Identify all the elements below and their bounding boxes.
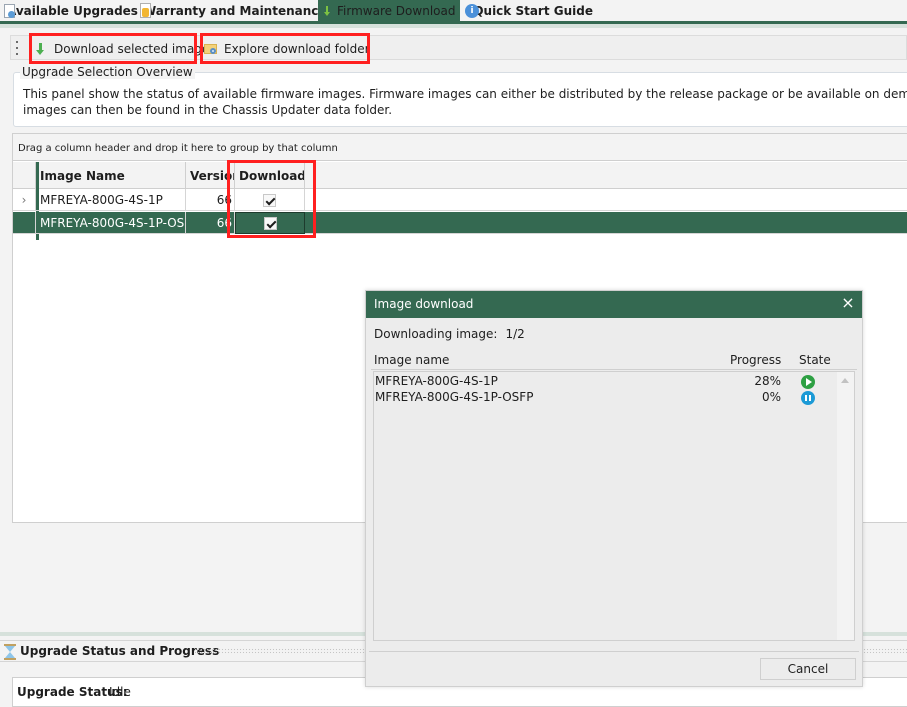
downloading-count: 1/2 (505, 327, 525, 341)
download-list: MFREYA-800G-4S-1P 28% MFREYA-800G-4S-1P-… (373, 371, 855, 641)
tab-label: Warranty and Maintenance (143, 3, 327, 18)
download-cell (235, 189, 305, 211)
scroll-up-arrow-icon[interactable] (841, 378, 849, 383)
column-header-version[interactable]: Version (186, 162, 235, 189)
download-arrow-icon (324, 3, 332, 19)
play-icon (801, 375, 815, 389)
tab-quick-start-guide[interactable]: i Quick Start Guide (463, 0, 593, 21)
image-name-cell: MFREYA-800G-4S-1P (36, 189, 186, 211)
column-header-progress: Progress (730, 353, 782, 367)
divider (371, 369, 857, 370)
tab-warranty-maintenance[interactable]: Warranty and Maintenance (136, 0, 327, 21)
overview-description: This panel show the status of available … (23, 86, 907, 118)
toolbar-grip-handle[interactable] (16, 41, 19, 55)
download-cell (235, 212, 305, 234)
chevron-right-icon: › (13, 189, 36, 211)
item-name: MFREYA-800G-4S-1P-OSFP (375, 390, 534, 404)
download-checkbox[interactable] (263, 193, 276, 207)
row-indicator-cell (13, 212, 36, 234)
image-name-cell: MFREYA-800G-4S-1P-OSFP (36, 212, 186, 234)
table-row[interactable]: › MFREYA-800G-4S-1P 66 (13, 189, 907, 211)
dialog-column-headers: Image name Progress State (374, 353, 854, 369)
downloading-status: Downloading image: 1/2 (374, 327, 525, 341)
folder-search-icon (204, 42, 218, 56)
pause-icon (801, 391, 815, 405)
image-download-dialog: Image download × Downloading image: 1/2 I… (365, 290, 863, 687)
column-header-image-name: Image name (374, 353, 450, 367)
hourglass-icon (4, 644, 16, 660)
tab-label: Available Upgrades (7, 3, 138, 18)
download-arrow-icon (34, 42, 48, 56)
group-by-panel[interactable]: Drag a column header and drop it here to… (13, 134, 907, 161)
column-header-download[interactable]: Download (235, 162, 305, 189)
version-cell: 66 (186, 189, 235, 211)
status-panel-title: Upgrade Status and Progress (20, 644, 220, 658)
item-name: MFREYA-800G-4S-1P (375, 374, 498, 388)
column-header-state: State (799, 353, 831, 367)
overview-line: images can then be found in the Chassis … (23, 103, 393, 117)
tab-label: Quick Start Guide (473, 3, 593, 18)
version-cell: 66 (186, 212, 235, 234)
table-row[interactable]: MFREYA-800G-4S-1P-OSFP 66 (13, 212, 907, 234)
list-item: MFREYA-800G-4S-1P-OSFP 0% (374, 390, 839, 405)
toolbar: Download selected images Explore downloa… (10, 35, 907, 60)
item-progress: 0% (761, 390, 781, 404)
info-icon: i (465, 3, 479, 19)
close-icon[interactable]: × (840, 295, 856, 311)
cancel-button[interactable]: Cancel (760, 658, 856, 680)
dialog-title-bar[interactable]: Image download (366, 291, 862, 318)
column-header-image-name[interactable]: Image Name (36, 162, 186, 189)
tab-available-upgrades[interactable]: Available Upgrades (0, 0, 138, 21)
divider (369, 651, 859, 652)
explore-download-folder-button[interactable]: Explore download folder (204, 37, 370, 60)
row-indicator-header (13, 162, 36, 189)
tab-firmware-download[interactable]: Firmware Download (318, 0, 460, 21)
vertical-scrollbar[interactable] (837, 372, 854, 640)
overview-title: Upgrade Selection Overview (20, 65, 195, 79)
item-progress: 28% (754, 374, 781, 388)
list-item: MFREYA-800G-4S-1P 28% (374, 374, 839, 389)
grid-header: Image Name Version Download (13, 162, 907, 189)
dialog-title: Image download (374, 297, 474, 311)
tab-label: Firmware Download (337, 3, 456, 18)
overview-line: This panel show the status of available … (23, 87, 907, 101)
downloading-label: Downloading image: (374, 327, 498, 341)
download-selected-images-button[interactable]: Download selected images (34, 37, 216, 60)
download-checkbox[interactable] (263, 216, 277, 230)
tab-bar: Available Upgrades Warranty and Maintena… (0, 0, 907, 21)
tab-separator (0, 24, 907, 28)
upgrade-status-value: Idle (109, 685, 131, 699)
